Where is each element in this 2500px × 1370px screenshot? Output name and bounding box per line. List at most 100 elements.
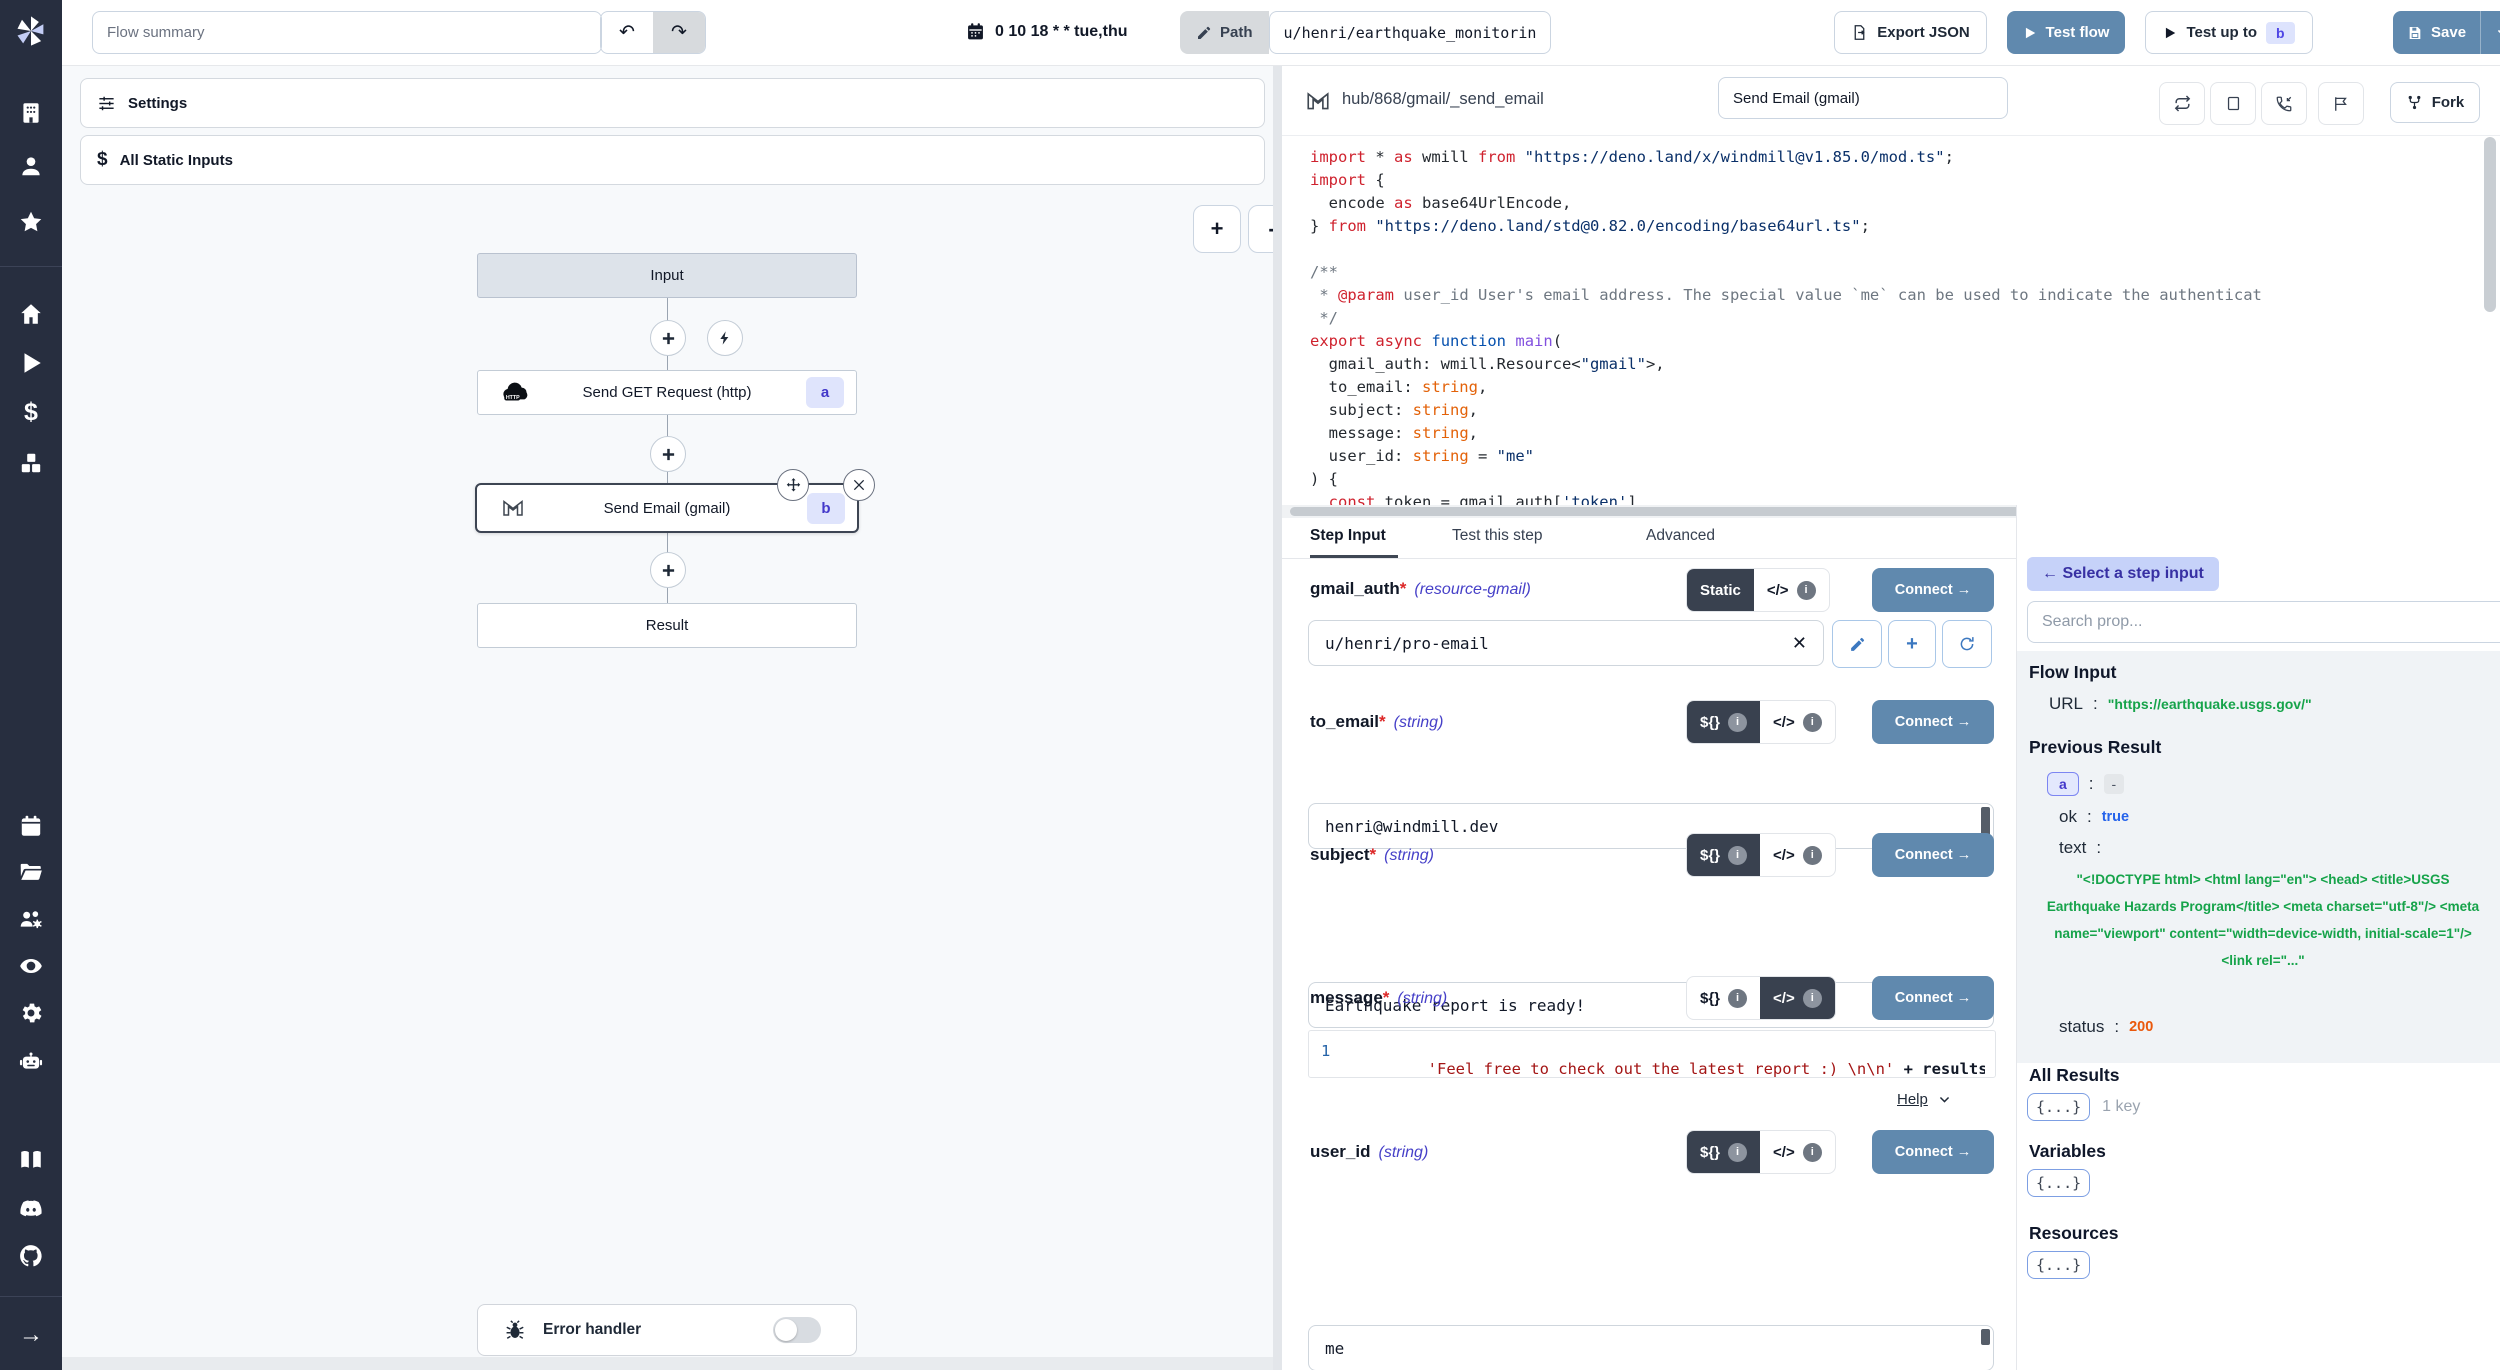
refresh-resource-button[interactable]: [1942, 620, 1992, 668]
favorites-star-icon[interactable]: [18, 209, 44, 235]
all-results-expander[interactable]: {...}: [2027, 1093, 2090, 1121]
add-trigger-bolt-button[interactable]: [707, 320, 743, 356]
gmail-auth-resource-input[interactable]: u/henri/pro-email ✕: [1308, 620, 1824, 666]
docs-book-icon[interactable]: [18, 1147, 44, 1173]
test-up-to-button[interactable]: Test up to b: [2145, 11, 2313, 54]
info-icon[interactable]: i: [1797, 581, 1816, 600]
all-static-inputs-bar[interactable]: $ All Static Inputs: [80, 135, 1265, 185]
search-prop-input[interactable]: Search prop...: [2027, 601, 2500, 643]
connect-button-subject[interactable]: Connect →: [1872, 833, 1994, 877]
resources-expander[interactable]: {...}: [2027, 1251, 2090, 1279]
workers-robot-icon[interactable]: [18, 1048, 44, 1074]
add-resource-button[interactable]: +: [1888, 620, 1936, 668]
undo-button[interactable]: ↶: [601, 12, 653, 53]
tab-test-this-step[interactable]: Test this step: [1452, 527, 1542, 545]
info-icon[interactable]: i: [1803, 1143, 1822, 1162]
flow-settings-bar[interactable]: Settings: [80, 78, 1265, 128]
user-id-mode-toggle: ${}i </>i: [1686, 1130, 1836, 1174]
step-name-input[interactable]: Send Email (gmail): [1718, 77, 2008, 119]
box-button[interactable]: [2210, 82, 2256, 125]
github-icon[interactable]: [18, 1243, 44, 1269]
connect-button-to-email[interactable]: Connect →: [1872, 700, 1994, 744]
mode-template[interactable]: ${}i: [1687, 701, 1760, 743]
phone-incoming-button[interactable]: [2261, 82, 2307, 125]
info-icon[interactable]: i: [1728, 713, 1747, 732]
runs-play-icon[interactable]: [18, 350, 44, 376]
folders-icon[interactable]: [18, 859, 44, 885]
variables-expander[interactable]: {...}: [2027, 1169, 2090, 1197]
flow-node-http[interactable]: HTTP Send GET Request (http) a: [477, 370, 857, 415]
export-json-button[interactable]: Export JSON: [1834, 11, 1987, 54]
tab-step-input[interactable]: Step Input: [1310, 527, 1386, 545]
flow-input-url-row[interactable]: URL: "https://earthquake.usgs.gov/": [2049, 694, 2312, 714]
flow-node-input[interactable]: Input: [477, 253, 857, 298]
workspace-building-icon[interactable]: [18, 100, 44, 126]
user-id-input[interactable]: me: [1308, 1325, 1994, 1370]
variables-dollar-icon[interactable]: $: [18, 399, 44, 425]
test-flow-button[interactable]: Test flow: [2007, 11, 2125, 54]
flow-node-result[interactable]: Result: [477, 603, 857, 648]
audit-eye-icon[interactable]: [18, 953, 44, 979]
home-icon[interactable]: [18, 301, 44, 327]
mode-template[interactable]: ${}i: [1687, 1131, 1760, 1173]
mode-javascript[interactable]: </>i: [1760, 1131, 1835, 1173]
connect-button-message[interactable]: Connect →: [1872, 976, 1994, 1020]
info-icon[interactable]: i: [1728, 846, 1747, 865]
result-a-badge[interactable]: a: [2047, 772, 2079, 796]
info-icon[interactable]: i: [1728, 1143, 1747, 1162]
hub-script-path[interactable]: hub/868/gmail/_send_email: [1342, 90, 1544, 109]
collapse-arrow-icon[interactable]: →: [18, 1322, 44, 1348]
message-code-editor[interactable]: 1 'Feel free to check out the latest rep…: [1308, 1030, 1996, 1078]
info-icon[interactable]: i: [1728, 989, 1747, 1008]
clear-resource-icon[interactable]: ✕: [1792, 633, 1807, 654]
code-lines[interactable]: import * as wmill from "https://deno.lan…: [1310, 146, 2490, 505]
mode-static[interactable]: Static: [1687, 569, 1754, 611]
add-step-button[interactable]: [650, 436, 686, 472]
mode-template[interactable]: ${}i: [1687, 977, 1760, 1019]
schedule-display[interactable]: 0 10 18 * * tue,thu: [965, 21, 1128, 42]
mode-template[interactable]: ${}i: [1687, 834, 1760, 876]
connect-button-gmail-auth[interactable]: Connect →: [1872, 568, 1994, 612]
zoom-in-button[interactable]: +: [1193, 205, 1241, 253]
info-icon[interactable]: i: [1803, 713, 1822, 732]
info-icon[interactable]: i: [1803, 989, 1822, 1008]
code-vertical-scrollbar[interactable]: [2484, 137, 2496, 312]
user-icon[interactable]: [18, 153, 44, 179]
redo-button[interactable]: ↷: [653, 12, 705, 53]
mode-javascript[interactable]: </>i: [1760, 977, 1835, 1019]
mode-javascript[interactable]: </>i: [1754, 569, 1829, 611]
error-handler-card[interactable]: Error handler: [477, 1304, 857, 1356]
path-chip: Path u/henri/earthquake_monitorin: [1180, 11, 1551, 54]
edit-resource-button[interactable]: [1832, 620, 1882, 668]
resources-cubes-icon[interactable]: [18, 450, 44, 476]
connect-button-user-id[interactable]: Connect →: [1872, 1130, 1994, 1174]
flow-summary-input[interactable]: Flow summary: [92, 11, 602, 54]
text-string-value[interactable]: "<!DOCTYPE html> <html lang="en"> <head>…: [2043, 866, 2483, 974]
flag-button[interactable]: [2318, 82, 2364, 125]
path-edit-button[interactable]: Path: [1180, 11, 1269, 54]
add-step-button[interactable]: [650, 320, 686, 356]
flow-path-value[interactable]: u/henri/earthquake_monitorin: [1269, 11, 1552, 54]
help-link[interactable]: Help: [1897, 1091, 1951, 1108]
move-node-handle[interactable]: [777, 469, 809, 501]
add-step-button[interactable]: [650, 552, 686, 588]
settings-gear-icon[interactable]: [18, 1000, 44, 1026]
textarea-scroll-thumb[interactable]: [1981, 1329, 1990, 1345]
delete-node-button[interactable]: [843, 469, 875, 501]
panel-resize-handle[interactable]: [1273, 66, 1282, 1370]
collapse-dash-chip[interactable]: -: [2104, 774, 2125, 794]
mode-javascript[interactable]: </>i: [1760, 701, 1835, 743]
sync-repeat-button[interactable]: [2159, 82, 2205, 125]
save-button[interactable]: Save: [2393, 11, 2480, 54]
save-dropdown-button[interactable]: [2481, 11, 2500, 54]
fork-button[interactable]: Fork: [2390, 82, 2480, 123]
windmill-logo-icon[interactable]: [13, 13, 49, 49]
mode-javascript[interactable]: </>i: [1760, 834, 1835, 876]
schedules-calendar-icon[interactable]: [18, 813, 44, 839]
discord-icon[interactable]: [18, 1196, 44, 1222]
error-handler-toggle[interactable]: [773, 1317, 821, 1343]
groups-users-icon[interactable]: [18, 906, 44, 932]
select-step-input-chip[interactable]: ← Select a step input: [2027, 557, 2219, 591]
info-icon[interactable]: i: [1803, 846, 1822, 865]
tab-advanced[interactable]: Advanced: [1646, 527, 1715, 545]
